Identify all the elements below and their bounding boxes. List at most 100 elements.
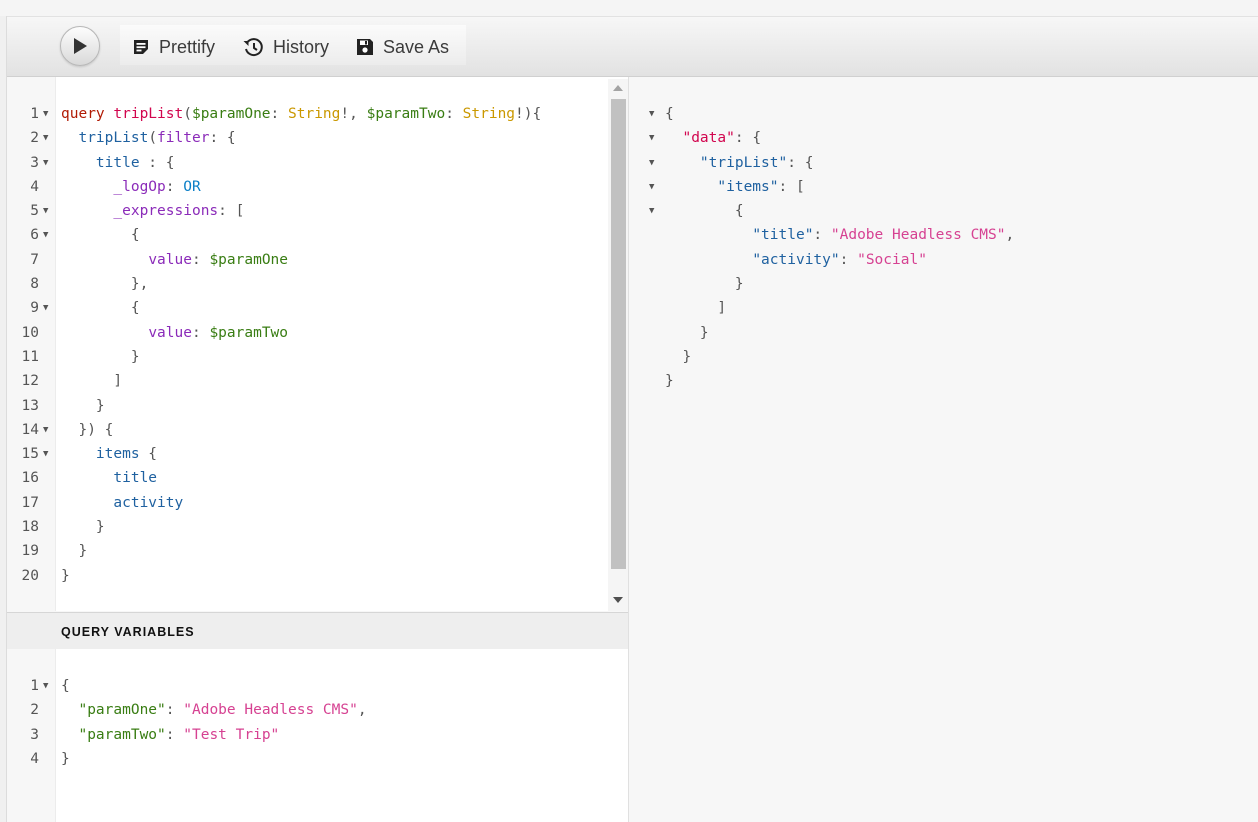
execute-query-button[interactable] xyxy=(60,26,100,66)
toolbar: Prettify History Save As xyxy=(7,17,1258,77)
code-text: } xyxy=(665,369,674,393)
code-token: { xyxy=(61,300,140,317)
fold-arrow-icon[interactable]: ▼ xyxy=(43,223,48,247)
code-text: query tripList($paramOne: String!, $para… xyxy=(61,102,541,126)
code-token: } xyxy=(665,276,744,293)
play-icon xyxy=(74,38,87,54)
code-token: items xyxy=(95,446,140,463)
code-token: _logOp xyxy=(113,178,166,195)
fold-arrow-icon[interactable]: ▼ xyxy=(43,151,48,175)
code-token: "paramOne" xyxy=(78,702,166,719)
code-token: $paramOne xyxy=(209,251,289,268)
code-token: : xyxy=(165,726,184,743)
code-token: _expressions xyxy=(113,203,219,220)
code-text: } xyxy=(61,515,105,539)
code-token: ( xyxy=(183,106,192,122)
code-text: tripList(filter: { xyxy=(61,126,235,150)
result-line: ] xyxy=(645,296,1258,320)
fold-arrow-icon[interactable]: ▼ xyxy=(649,175,654,199)
line-number: 19 xyxy=(21,543,39,560)
query-editor[interactable]: 1 ▼ query tripList($paramOne: String!, $pa… xyxy=(7,77,628,611)
code-token: : { xyxy=(139,154,175,171)
fold-arrow-icon[interactable]: ▼ xyxy=(43,199,48,223)
fold-arrow-icon[interactable]: ▼ xyxy=(43,418,48,442)
fold-arrow-icon[interactable]: ▼ xyxy=(43,674,48,698)
code-token: : { xyxy=(787,154,814,171)
code-token: , xyxy=(357,702,367,719)
line-number: 18 xyxy=(21,519,39,536)
left-edge xyxy=(0,16,7,822)
scroll-up-arrow-icon[interactable] xyxy=(613,85,623,91)
code-text: } xyxy=(61,564,70,588)
line-number: 13 xyxy=(21,397,39,414)
result-line: ▼ "items": [ xyxy=(645,175,1258,199)
code-token: title xyxy=(113,470,158,487)
scroll-thumb[interactable] xyxy=(611,99,626,569)
fold-arrow-icon[interactable]: ▼ xyxy=(649,126,654,150)
line-number: 3 xyxy=(30,154,39,171)
query-scrollbar[interactable] xyxy=(608,79,628,611)
code-text: activity xyxy=(61,491,183,515)
save-icon xyxy=(357,39,373,55)
code-token: "Adobe Headless CMS" xyxy=(183,702,358,719)
pane-divider[interactable] xyxy=(628,77,646,822)
history-button[interactable]: History xyxy=(242,35,329,59)
code-token: !, xyxy=(340,106,367,122)
fold-arrow-icon[interactable]: ▼ xyxy=(649,102,654,126)
fold-arrow-icon[interactable]: ▼ xyxy=(43,296,48,320)
code-token: "paramTwo" xyxy=(78,726,166,743)
code-token: } xyxy=(61,543,88,560)
fold-arrow-icon[interactable]: ▼ xyxy=(43,126,48,150)
code-text: { xyxy=(61,223,140,247)
save-as-button[interactable]: Save As xyxy=(356,35,449,59)
code-text: title : { xyxy=(61,151,175,175)
query-line: 20} xyxy=(7,564,628,588)
code-token: activity xyxy=(113,494,184,511)
code-token: } xyxy=(61,750,70,767)
query-code[interactable]: 1 ▼ query tripList($paramOne: String!, $pa… xyxy=(7,102,628,588)
code-token: filter xyxy=(157,130,210,147)
query-line: 14 ▼ }) { xyxy=(7,418,628,442)
code-text: "paramTwo": "Test Trip" xyxy=(61,723,279,747)
prettify-button[interactable]: Prettify xyxy=(132,35,215,59)
code-text: } xyxy=(665,321,709,345)
query-line: 10 value: $paramTwo xyxy=(7,321,628,345)
code-text: "tripList": { xyxy=(665,151,814,175)
code-token: } xyxy=(665,348,692,365)
toolbar-button-group: Prettify History Save As xyxy=(120,25,466,65)
code-token: title xyxy=(95,154,140,171)
variables-editor[interactable]: 1 ▼{2 "paramOne": "Adobe Headless CMS", 3 … xyxy=(7,649,628,822)
code-text: }) { xyxy=(61,418,113,442)
code-text: value: $paramTwo xyxy=(61,321,288,345)
fold-arrow-icon[interactable]: ▼ xyxy=(43,102,48,126)
code-token: query xyxy=(61,106,105,122)
code-text: ] xyxy=(61,369,122,393)
line-number: 6 xyxy=(30,227,39,244)
code-text: { xyxy=(665,199,744,223)
scroll-down-arrow-icon[interactable] xyxy=(613,597,623,603)
code-text: value: $paramOne xyxy=(61,248,288,272)
fold-arrow-icon[interactable]: ▼ xyxy=(649,199,654,223)
code-token: : xyxy=(813,227,831,244)
query-variables-title: QUERY VARIABLES xyxy=(61,625,195,639)
window-top-strip xyxy=(0,0,1258,17)
code-token: } xyxy=(61,397,105,414)
variables-code[interactable]: 1 ▼{2 "paramOne": "Adobe Headless CMS", 3 … xyxy=(7,674,628,771)
code-text: { xyxy=(61,674,70,698)
query-variables-header[interactable]: QUERY VARIABLES xyxy=(7,612,628,650)
code-text: ] xyxy=(665,296,726,320)
code-token: { xyxy=(665,203,744,220)
code-token: { xyxy=(61,227,140,244)
fold-arrow-icon[interactable]: ▼ xyxy=(649,151,654,175)
result-line: "activity": "Social" xyxy=(645,248,1258,272)
fold-arrow-icon[interactable]: ▼ xyxy=(43,442,48,466)
code-token: "activity" xyxy=(752,251,840,268)
query-line: 18 } xyxy=(7,515,628,539)
history-icon xyxy=(243,38,263,57)
query-line: 19 } xyxy=(7,539,628,563)
